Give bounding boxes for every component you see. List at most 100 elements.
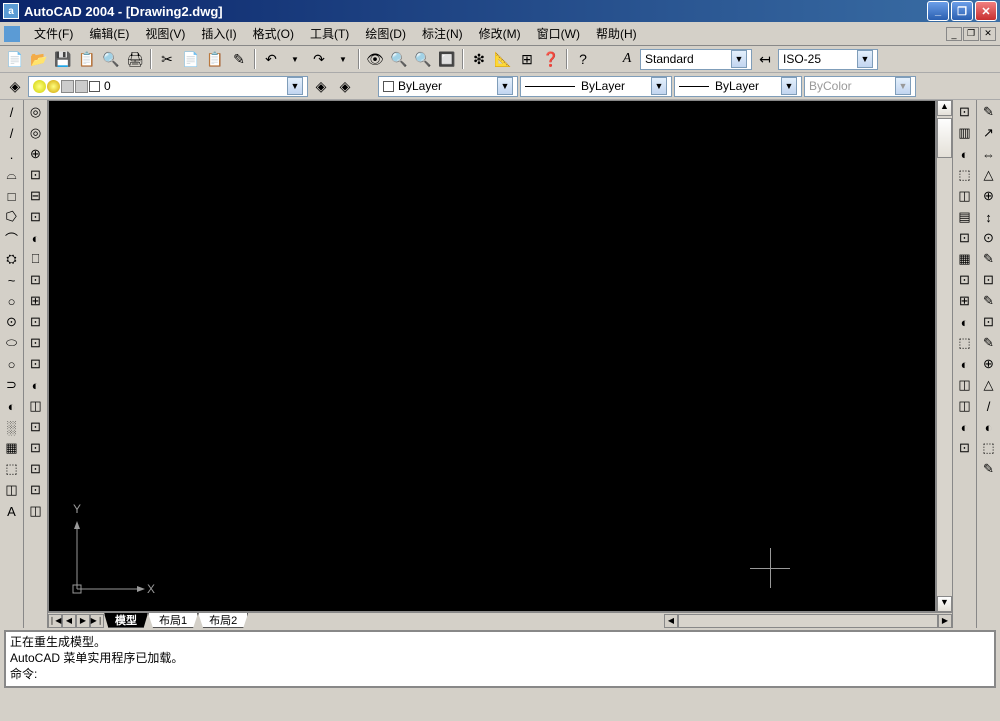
mdi-minimize-button[interactable]: _ — [946, 27, 962, 41]
drawing-canvas[interactable]: X Y — [48, 100, 936, 612]
preview-icon[interactable]: 🔍 — [100, 48, 122, 70]
layer-manager-icon[interactable]: ◈ — [4, 75, 26, 97]
draw-0-icon[interactable]: / — [2, 102, 22, 122]
modify-2-icon[interactable]: ⇔ — [979, 144, 999, 164]
undo-icon[interactable]: ↶ — [260, 48, 282, 70]
draw2-7-icon[interactable]: ⎕ — [26, 249, 46, 269]
draw2-19-icon[interactable]: ◫ — [26, 501, 46, 521]
dropdown-arrow-icon[interactable]: ▼ — [781, 77, 797, 95]
menu-draw[interactable]: 绘图(D) — [357, 23, 414, 44]
draw2-2-icon[interactable]: ⊕ — [26, 144, 46, 164]
modify-14-icon[interactable]: / — [979, 396, 999, 416]
draw2-10-icon[interactable]: ⊡ — [26, 312, 46, 332]
draw-1-icon[interactable]: / — [2, 123, 22, 143]
tab-prev-button[interactable]: ◀ — [62, 614, 76, 628]
dim-12-icon[interactable]: ◐ — [955, 354, 975, 374]
modify-1-icon[interactable]: ↗ — [979, 123, 999, 143]
draw2-14-icon[interactable]: ◫ — [26, 396, 46, 416]
linetype-dropdown[interactable]: ByLayer ▼ — [520, 76, 672, 97]
dimstyle-dropdown[interactable]: ISO-25 ▼ — [778, 49, 878, 70]
menu-format[interactable]: 格式(O) — [245, 23, 302, 44]
mdi-close-button[interactable]: ✕ — [980, 27, 996, 41]
dc-icon[interactable]: 📐 — [492, 48, 514, 70]
dim-6-icon[interactable]: ⊡ — [955, 228, 975, 248]
dim-14-icon[interactable]: ◫ — [955, 396, 975, 416]
scroll-right-icon[interactable]: ▶ — [938, 614, 952, 628]
dim-1-icon[interactable]: ▥ — [955, 123, 975, 143]
modify-7-icon[interactable]: ✎ — [979, 249, 999, 269]
modify-8-icon[interactable]: ⊡ — [979, 270, 999, 290]
scroll-down-icon[interactable]: ▼ — [937, 596, 952, 612]
modify-3-icon[interactable]: △ — [979, 165, 999, 185]
props-icon[interactable]: ❇ — [468, 48, 490, 70]
dim-3-icon[interactable]: ⬚ — [955, 165, 975, 185]
help-icon[interactable]: ? — [572, 48, 594, 70]
modify-17-icon[interactable]: ✎ — [979, 459, 999, 479]
draw-5-icon[interactable]: ⭔ — [2, 207, 22, 227]
dropdown-arrow-icon[interactable]: ▼ — [857, 50, 873, 68]
dim-13-icon[interactable]: ◫ — [955, 375, 975, 395]
dim-8-icon[interactable]: ⊡ — [955, 270, 975, 290]
draw2-3-icon[interactable]: ⊡ — [26, 165, 46, 185]
tab-layout2[interactable]: 布局2 — [198, 613, 248, 628]
maximize-button[interactable]: ❐ — [951, 1, 973, 21]
draw-4-icon[interactable]: □ — [2, 186, 22, 206]
layer-dropdown[interactable]: 0 ▼ — [28, 76, 308, 97]
color-dropdown[interactable]: ByLayer ▼ — [378, 76, 518, 97]
menu-edit[interactable]: 编辑(E) — [81, 23, 137, 44]
modify-11-icon[interactable]: ✎ — [979, 333, 999, 353]
tool-palette-icon[interactable]: ⊞ — [516, 48, 538, 70]
zoom-rt-icon[interactable]: 🔍 — [388, 48, 410, 70]
tab-model[interactable]: 模型 — [104, 613, 148, 628]
zoom-icon[interactable]: 🔍 — [412, 48, 434, 70]
redo-icon[interactable]: ↷ — [308, 48, 330, 70]
tab-first-button[interactable]: ❘◀ — [48, 614, 62, 628]
menu-dim[interactable]: 标注(N) — [414, 23, 471, 44]
menu-insert[interactable]: 插入(I) — [193, 23, 244, 44]
modify-0-icon[interactable]: ✎ — [979, 102, 999, 122]
menu-window[interactable]: 窗口(W) — [529, 23, 588, 44]
dbconnect-icon[interactable]: ❓ — [540, 48, 562, 70]
menu-modify[interactable]: 修改(M) — [471, 23, 529, 44]
lineweight-dropdown[interactable]: ByLayer ▼ — [674, 76, 802, 97]
menu-file[interactable]: 文件(F) — [26, 23, 81, 44]
cut-icon[interactable]: ✂ — [156, 48, 178, 70]
modify-6-icon[interactable]: ⊙ — [979, 228, 999, 248]
redo-dropdown-icon[interactable]: ▼ — [332, 48, 354, 70]
draw2-15-icon[interactable]: ⊡ — [26, 417, 46, 437]
zoom-prev-icon[interactable]: 🔲 — [436, 48, 458, 70]
draw2-17-icon[interactable]: ⊡ — [26, 459, 46, 479]
draw2-0-icon[interactable]: ◎ — [26, 102, 46, 122]
dropdown-arrow-icon[interactable]: ▼ — [287, 77, 303, 95]
tab-last-button[interactable]: ▶❘ — [90, 614, 104, 628]
draw2-18-icon[interactable]: ⊡ — [26, 480, 46, 500]
draw2-11-icon[interactable]: ⊡ — [26, 333, 46, 353]
paste-icon[interactable]: 📋 — [204, 48, 226, 70]
dim-0-icon[interactable]: ⊡ — [955, 102, 975, 122]
dim-16-icon[interactable]: ⊡ — [955, 438, 975, 458]
save-icon[interactable]: 💾 — [52, 48, 74, 70]
vertical-scrollbar[interactable]: ▲ ▼ — [936, 100, 952, 612]
layer-states-icon[interactable]: ◈ — [334, 75, 356, 97]
dim-7-icon[interactable]: ▦ — [955, 249, 975, 269]
draw2-12-icon[interactable]: ⊡ — [26, 354, 46, 374]
draw-3-icon[interactable]: ⌓ — [2, 165, 22, 185]
dropdown-arrow-icon[interactable]: ▼ — [651, 77, 667, 95]
draw2-1-icon[interactable]: ◎ — [26, 123, 46, 143]
modify-16-icon[interactable]: ⬚ — [979, 438, 999, 458]
new-icon[interactable]: 📄 — [4, 48, 26, 70]
dim-11-icon[interactable]: ⬚ — [955, 333, 975, 353]
draw-14-icon[interactable]: ◐ — [2, 396, 22, 416]
draw-19-icon[interactable]: A — [2, 501, 22, 521]
draw-18-icon[interactable]: ◫ — [2, 480, 22, 500]
layer-prev-icon[interactable]: ◈ — [310, 75, 332, 97]
draw-7-icon[interactable]: ⛭ — [2, 249, 22, 269]
menu-tools[interactable]: 工具(T) — [302, 23, 357, 44]
dropdown-arrow-icon[interactable]: ▼ — [731, 50, 747, 68]
plot-icon[interactable]: 📋 — [76, 48, 98, 70]
draw2-4-icon[interactable]: ⊟ — [26, 186, 46, 206]
draw-2-icon[interactable]: . — [2, 144, 22, 164]
scroll-up-icon[interactable]: ▲ — [937, 100, 952, 116]
draw2-6-icon[interactable]: ◐ — [26, 228, 46, 248]
tab-next-button[interactable]: ▶ — [76, 614, 90, 628]
